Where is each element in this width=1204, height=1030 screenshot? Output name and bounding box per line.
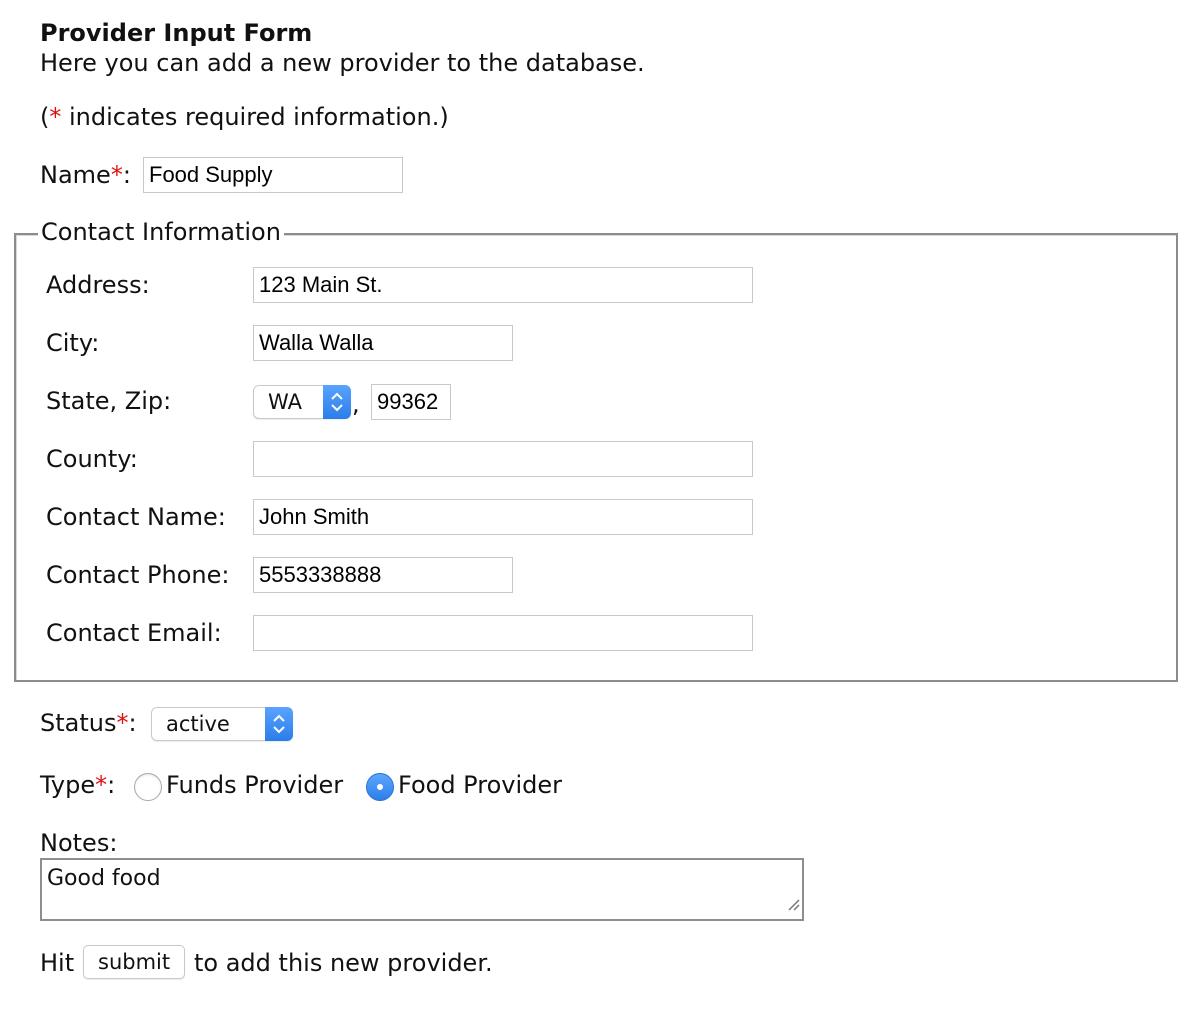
funds-provider-radio[interactable] — [134, 773, 162, 801]
city-label: City: — [46, 329, 100, 357]
contact-name-label: Contact Name: — [46, 503, 226, 531]
required-note-open: ( — [40, 103, 50, 131]
contact-email-input[interactable] — [253, 615, 753, 651]
notes-label: Notes: — [40, 829, 118, 857]
contact-name-input[interactable] — [253, 499, 753, 535]
name-label-text: Name — [40, 161, 111, 189]
status-label-text: Status — [40, 709, 117, 737]
name-input[interactable] — [143, 157, 403, 193]
state-select-value: WA — [268, 390, 302, 414]
type-label-text: Type — [40, 771, 96, 799]
contact-phone-input[interactable] — [253, 557, 513, 593]
state-zip-label: State, Zip: — [46, 387, 172, 415]
radio-selected-dot — [377, 784, 383, 790]
notes-textarea[interactable]: Good food — [40, 858, 804, 921]
city-input[interactable] — [253, 325, 513, 361]
notes-value: Good food — [47, 866, 161, 891]
zip-input[interactable] — [371, 384, 451, 420]
status-required-star: * — [116, 709, 129, 737]
submit-suffix: to add this new provider. — [194, 949, 493, 977]
state-select[interactable]: WA — [253, 385, 351, 419]
food-provider-label[interactable]: Food Provider — [398, 771, 562, 799]
intro-text: Here you can add a new provider to the d… — [40, 49, 645, 77]
name-label: Name*: — [40, 161, 131, 189]
status-label: Status*: — [40, 709, 137, 737]
contact-phone-label: Contact Phone: — [46, 561, 230, 589]
page-title: Provider Input Form — [40, 19, 313, 47]
contact-email-label: Contact Email: — [46, 619, 222, 647]
status-select[interactable]: active — [151, 707, 293, 741]
type-label-colon: : — [107, 771, 116, 799]
submit-button[interactable]: submit — [83, 945, 186, 979]
select-arrows-icon — [323, 385, 351, 419]
required-note-text: indicates required information.) — [61, 103, 449, 131]
required-star: * — [49, 103, 62, 131]
name-label-colon: : — [122, 161, 131, 189]
resize-grip-icon[interactable] — [786, 892, 800, 917]
type-label: Type*: — [40, 771, 115, 799]
status-select-value: active — [166, 712, 230, 736]
select-arrows-icon — [265, 707, 293, 741]
county-input[interactable] — [253, 441, 753, 477]
contact-legend: Contact Information — [38, 218, 284, 246]
address-input[interactable] — [253, 267, 753, 303]
county-label: County: — [46, 445, 138, 473]
status-label-colon: : — [128, 709, 137, 737]
required-note: (* indicates required information.) — [40, 103, 449, 131]
type-required-star: * — [95, 771, 108, 799]
submit-prefix: Hit — [40, 949, 75, 977]
state-zip-separator: , — [352, 390, 360, 418]
funds-provider-label[interactable]: Funds Provider — [166, 771, 343, 799]
name-required-star: * — [110, 161, 123, 189]
address-label: Address: — [46, 271, 150, 299]
food-provider-radio[interactable] — [366, 773, 394, 801]
